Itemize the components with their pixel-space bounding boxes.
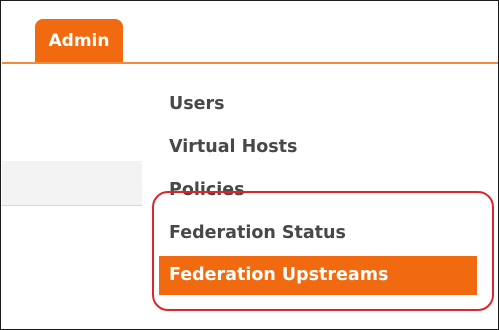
menu-item-virtual-hosts[interactable]: Virtual Hosts <box>159 126 477 169</box>
admin-submenu: Users Virtual Hosts Policies Federation … <box>159 83 477 295</box>
menu-item-label: Virtual Hosts <box>169 137 298 157</box>
menu-item-users[interactable]: Users <box>159 83 477 126</box>
menu-item-policies[interactable]: Policies <box>159 169 477 212</box>
menu-item-label: Federation Upstreams <box>169 265 389 285</box>
menu-item-federation-status[interactable]: Federation Status <box>159 212 477 255</box>
screenshot-frame: Admin Users Virtual Hosts Policies Feder… <box>0 0 499 330</box>
left-content-panel <box>2 161 142 206</box>
menu-item-label: Users <box>169 94 225 114</box>
menu-item-label: Federation Status <box>169 223 346 243</box>
tab-admin-label: Admin <box>48 31 110 51</box>
menu-item-label: Policies <box>169 180 245 200</box>
tab-admin[interactable]: Admin <box>35 19 123 63</box>
menu-item-federation-upstreams[interactable]: Federation Upstreams <box>159 256 477 295</box>
tab-underline <box>2 62 498 64</box>
